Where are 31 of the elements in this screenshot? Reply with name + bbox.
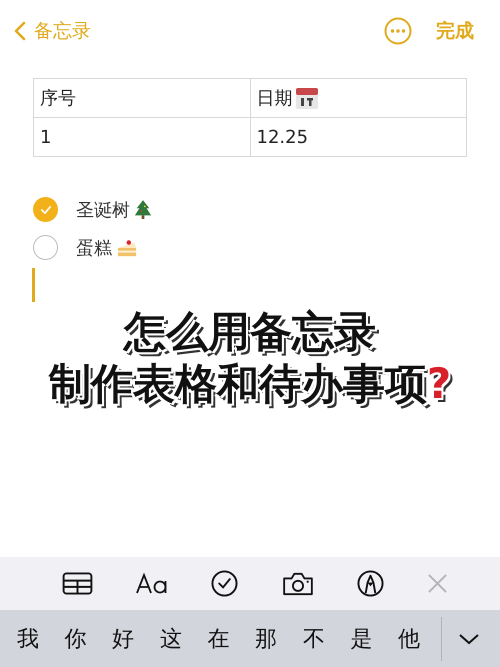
candidate-key[interactable]: 你 bbox=[64, 624, 86, 654]
candidate-key[interactable]: 我 bbox=[16, 624, 39, 654]
christmas-tree-icon bbox=[134, 198, 152, 220]
table-header-cell: 日期 bbox=[250, 78, 466, 118]
checklist-item-text: 蛋糕 bbox=[76, 236, 112, 260]
cake-icon bbox=[116, 238, 138, 258]
candidate-key[interactable]: 不 bbox=[302, 624, 325, 654]
table-header-cell: 序号 bbox=[34, 78, 250, 118]
headline-text: 怎么用备忘录 bbox=[124, 306, 376, 358]
text-format-icon[interactable] bbox=[136, 572, 168, 594]
table-cell: 12.25 bbox=[250, 118, 466, 156]
candidate-key[interactable]: 这 bbox=[160, 624, 182, 654]
checklist-icon[interactable] bbox=[211, 570, 238, 597]
headline-text: 制作表格和待办事项? bbox=[48, 358, 452, 410]
candidate-key[interactable]: 在 bbox=[207, 624, 230, 654]
candidate-key[interactable]: 那 bbox=[255, 624, 278, 654]
table-icon[interactable] bbox=[62, 572, 93, 595]
text-cursor bbox=[32, 268, 35, 302]
checkbox[interactable] bbox=[33, 235, 58, 260]
question-mark: ? bbox=[426, 359, 452, 408]
candidate-key[interactable]: 是 bbox=[350, 624, 372, 654]
candidate-key[interactable]: 他 bbox=[398, 624, 420, 654]
checkbox[interactable] bbox=[33, 197, 58, 222]
chevron-left-icon bbox=[14, 21, 26, 41]
calendar-icon bbox=[294, 86, 318, 110]
camera-icon[interactable] bbox=[282, 572, 314, 596]
checklist-item-text: 圣诞树 bbox=[76, 198, 130, 222]
chevron-down-icon[interactable] bbox=[458, 632, 480, 644]
pen-icon[interactable] bbox=[356, 570, 384, 597]
table-cell: 1 bbox=[34, 118, 250, 156]
candidate-key[interactable]: 好 bbox=[112, 624, 134, 654]
